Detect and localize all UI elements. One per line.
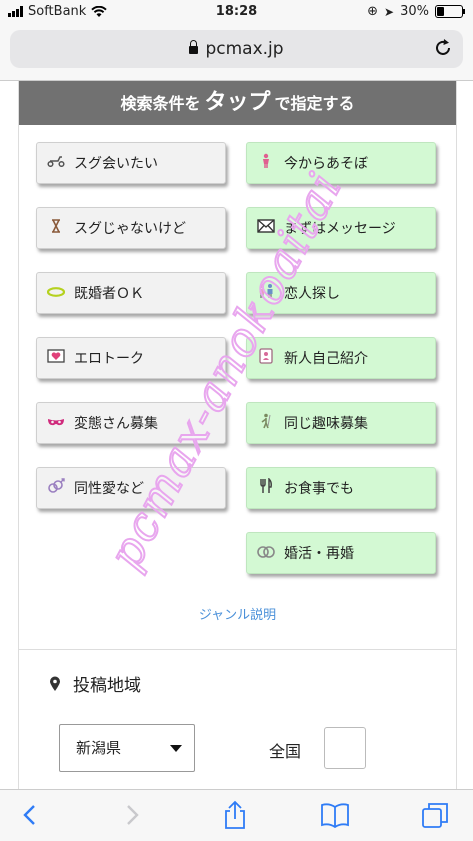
genre-button-label: 新人自己紹介: [284, 351, 368, 367]
genre-button-shinjin-jiko-shokai[interactable]: 新人自己紹介: [246, 337, 436, 379]
genre-button-label: エロトーク: [74, 351, 144, 367]
genre-button-onaji-shumi[interactable]: 同じ趣味募集: [246, 402, 436, 444]
tabs-icon: [422, 803, 448, 828]
genre-description-link[interactable]: ジャンル説明: [19, 604, 456, 623]
genre-button-label: 同性愛など: [74, 481, 144, 497]
url-text: pcmax.jp: [205, 39, 284, 59]
battery-percent: 30%: [400, 4, 429, 19]
prefecture-value: 新潟県: [76, 739, 122, 757]
fork-knife-icon: [256, 477, 276, 498]
back-arrow-icon: [23, 805, 35, 825]
forward-button[interactable]: [118, 800, 148, 830]
url-display[interactable]: pcmax.jp: [10, 39, 463, 59]
genre-button-label: 今からあそぼ: [284, 156, 368, 172]
person-icon: [256, 153, 276, 173]
genre-button-oshokuji[interactable]: お食事でも: [246, 467, 436, 509]
ring-icon: [46, 285, 66, 301]
hourglass-icon: [46, 219, 66, 237]
tabs-button[interactable]: [420, 800, 450, 830]
genre-button-label: 変態さん募集: [74, 416, 158, 432]
envelope-icon: [256, 219, 276, 237]
book-icon: [321, 803, 349, 828]
location-icon: ➤: [384, 4, 395, 19]
header-text-pre: 検索条件を: [120, 94, 201, 113]
nationwide-label: 全国: [269, 742, 302, 761]
mask-icon: [46, 415, 66, 431]
genre-button-label: 婚活・再婚: [284, 546, 354, 562]
couple-icon: [256, 283, 276, 303]
prefecture-select[interactable]: 新潟県: [59, 724, 195, 772]
heart-envelope-icon: [46, 349, 66, 367]
genre-button-label: まずはメッセージ: [284, 221, 396, 237]
scooter-icon: [46, 155, 66, 171]
genre-button-label: 既婚者ＯＫ: [74, 286, 144, 302]
genre-button-kikonsha-ok[interactable]: 既婚者ＯＫ: [36, 272, 226, 314]
status-right: ⊕ ➤ 30%: [367, 4, 465, 19]
battery-icon: [435, 5, 465, 18]
nationwide-checkbox[interactable]: [324, 727, 366, 769]
status-bar: SoftBank 18:28 ⊕ ➤ 30%: [0, 0, 473, 24]
genre-button-sugu-aitai[interactable]: スグ会いたい: [36, 142, 226, 184]
genre-button-ima-kara-asobo[interactable]: 今からあそぼ: [246, 142, 436, 184]
genre-button-ero-talk[interactable]: エロトーク: [36, 337, 226, 379]
lock-icon: [189, 40, 199, 54]
battery-fill: [437, 7, 444, 16]
genre-button-label: スグじゃないけど: [74, 221, 186, 237]
badge-icon: [256, 348, 276, 368]
genre-button-doseiai[interactable]: 同性愛など: [36, 467, 226, 509]
browser-address-area: pcmax.jp: [0, 24, 473, 81]
search-header: 検索条件を タップ で指定する: [19, 81, 456, 125]
orientation-lock-icon: ⊕: [367, 4, 379, 19]
genre-button-label: スグ会いたい: [74, 156, 158, 172]
rings-icon: [256, 544, 276, 562]
header-text-tap: タップ: [204, 90, 271, 115]
forward-arrow-icon: [127, 805, 139, 825]
area-title: 投稿地域: [49, 671, 141, 696]
bookmarks-button[interactable]: [320, 800, 350, 830]
browser-toolbar: [0, 789, 473, 841]
genre-button-sugu-janai[interactable]: スグじゃないけど: [36, 207, 226, 249]
location-pin-icon: [50, 676, 60, 691]
golfer-icon: [256, 413, 276, 433]
dropdown-arrow-icon: [170, 745, 182, 752]
area-title-label: 投稿地域: [73, 676, 141, 696]
genre-button-koibito-sagashi[interactable]: 恋人探し: [246, 272, 436, 314]
share-icon: [225, 800, 245, 829]
back-button[interactable]: [14, 800, 44, 830]
gender-icon: [46, 478, 66, 498]
address-bar[interactable]: pcmax.jp: [10, 30, 463, 68]
genre-button-mazu-message[interactable]: まずはメッセージ: [246, 207, 436, 249]
genre-button-label: 同じ趣味募集: [284, 416, 368, 432]
header-text-post: で指定する: [274, 94, 355, 113]
genre-button-konkatsu[interactable]: 婚活・再婚: [246, 532, 436, 574]
genre-button-hentai-boshu[interactable]: 変態さん募集: [36, 402, 226, 444]
search-panel: 検索条件を タップ で指定する スグ会いたい スグじゃないけど 既婚者ＯＫ エロトー…: [18, 81, 457, 789]
section-divider: [19, 649, 456, 650]
genre-button-label: お食事でも: [284, 481, 354, 497]
reload-icon[interactable]: [433, 38, 453, 58]
genre-button-label: 恋人探し: [284, 286, 340, 302]
share-button[interactable]: [220, 800, 250, 830]
